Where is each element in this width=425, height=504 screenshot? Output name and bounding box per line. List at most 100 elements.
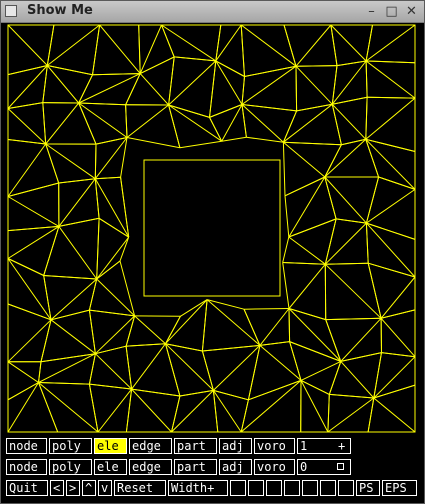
close-icon[interactable]: ✕ (404, 4, 419, 19)
mesh-edge (246, 136, 284, 143)
quit-button[interactable]: Quit (6, 480, 48, 496)
title-bar[interactable]: Show Me – □ ✕ (1, 1, 424, 23)
part-button-1[interactable]: part (174, 438, 217, 454)
mesh-edge (174, 56, 216, 62)
mesh-edge (202, 344, 260, 352)
mesh-edge (168, 104, 210, 118)
empty-button-4[interactable] (284, 480, 300, 496)
eps-button[interactable]: EPS (382, 480, 417, 496)
maximize-icon[interactable]: □ (384, 4, 399, 19)
mesh-edge (243, 308, 290, 310)
mesh-edge (168, 60, 217, 106)
mesh-edge (88, 353, 96, 385)
mesh-edge (168, 56, 175, 106)
mesh-edge (336, 218, 367, 224)
window-menu-icon[interactable] (5, 5, 17, 17)
empty-button-1[interactable] (230, 480, 246, 496)
mesh-edge (165, 343, 203, 352)
square-marker-icon (337, 463, 344, 470)
mesh-edge (95, 353, 132, 390)
mesh-edge (45, 143, 96, 180)
mesh-edge (373, 397, 416, 433)
width-plus-button[interactable]: Width+ (168, 480, 228, 496)
mesh-edge (126, 104, 169, 138)
mesh-edge (58, 217, 100, 227)
edge-button-1[interactable]: edge (129, 438, 172, 454)
mesh-edge (368, 262, 416, 278)
mesh-edge (7, 65, 48, 109)
empty-button-2[interactable] (248, 480, 264, 496)
minimize-icon[interactable]: – (364, 4, 379, 19)
empty-button-5[interactable] (302, 480, 318, 496)
mesh-edge (331, 103, 367, 140)
edge-button-2[interactable]: edge (129, 459, 172, 475)
ele-button-1[interactable]: ele (94, 438, 127, 454)
mesh-edge (247, 345, 261, 400)
ps-button[interactable]: PS (356, 480, 380, 496)
voro-button-1[interactable]: voro (254, 438, 295, 454)
adj-button-2[interactable]: adj (219, 459, 252, 475)
pan-left-button[interactable]: < (50, 480, 64, 496)
mesh-edge (165, 299, 208, 345)
mesh-edge (288, 236, 326, 265)
reset-button[interactable]: Reset (114, 480, 166, 496)
pan-up-button[interactable]: ^ (82, 480, 96, 496)
mesh-edge (295, 24, 332, 67)
file-slot-2[interactable]: 0 (297, 459, 351, 475)
mesh-edge (365, 97, 368, 140)
file-number-2: 0 (300, 460, 308, 474)
mesh-edge (131, 343, 166, 390)
toolbar-row-3: Quit < > ^ v Reset Width+ PS EPS (1, 477, 424, 498)
adj-button-1[interactable]: adj (219, 438, 252, 454)
mesh-edge (95, 315, 135, 355)
pan-down-button[interactable]: v (98, 480, 112, 496)
empty-button-6[interactable] (320, 480, 336, 496)
mesh-edge (78, 73, 141, 104)
mesh-edge (96, 278, 135, 317)
mesh-edge (95, 176, 121, 180)
mesh-edge (96, 236, 130, 280)
mesh-edge (131, 388, 180, 397)
mesh-edge (7, 225, 60, 259)
mesh-edge (89, 309, 135, 317)
mesh-edge (215, 60, 243, 105)
poly-button-1[interactable]: poly (49, 438, 92, 454)
part-button-2[interactable]: part (174, 459, 217, 475)
mesh-edge (89, 383, 132, 390)
empty-button-7[interactable] (338, 480, 354, 496)
mesh-edge (7, 382, 39, 433)
mesh-edge (259, 345, 302, 381)
mesh-edge (92, 24, 101, 75)
mesh-edge (50, 319, 96, 355)
mesh-edge (125, 104, 128, 138)
toolbar-row-1: node poly ele edge part adj voro 1 + (1, 435, 424, 456)
mesh-edge (329, 393, 374, 399)
file-slot-1[interactable]: 1 + (297, 438, 351, 454)
mesh-edge (126, 137, 180, 149)
mesh-edge (340, 361, 375, 399)
mesh-edge (325, 317, 382, 321)
mesh-edge (365, 60, 416, 99)
node-button-1[interactable]: node (6, 438, 47, 454)
mesh-edge (365, 138, 416, 190)
mesh-canvas[interactable] (1, 23, 424, 433)
triangle-mesh[interactable] (1, 23, 424, 433)
ele-button-2[interactable]: ele (94, 459, 127, 475)
mesh-edge (330, 24, 367, 62)
mesh-edge (45, 143, 60, 184)
node-button-2[interactable]: node (6, 459, 47, 475)
mesh-edge (88, 310, 96, 354)
mesh-edge (324, 138, 367, 178)
poly-button-2[interactable]: poly (49, 459, 92, 475)
mesh-edge (365, 97, 416, 140)
mesh-edge (88, 278, 98, 311)
pan-right-button[interactable]: > (66, 480, 80, 496)
mesh-edge (42, 65, 48, 103)
mesh-edge (295, 65, 333, 105)
empty-button-3[interactable] (266, 480, 282, 496)
mesh-edge (38, 382, 99, 433)
mesh-edge (120, 177, 130, 238)
mesh-edge (43, 275, 52, 320)
voro-button-2[interactable]: voro (254, 459, 295, 475)
mesh-edge (171, 390, 214, 433)
